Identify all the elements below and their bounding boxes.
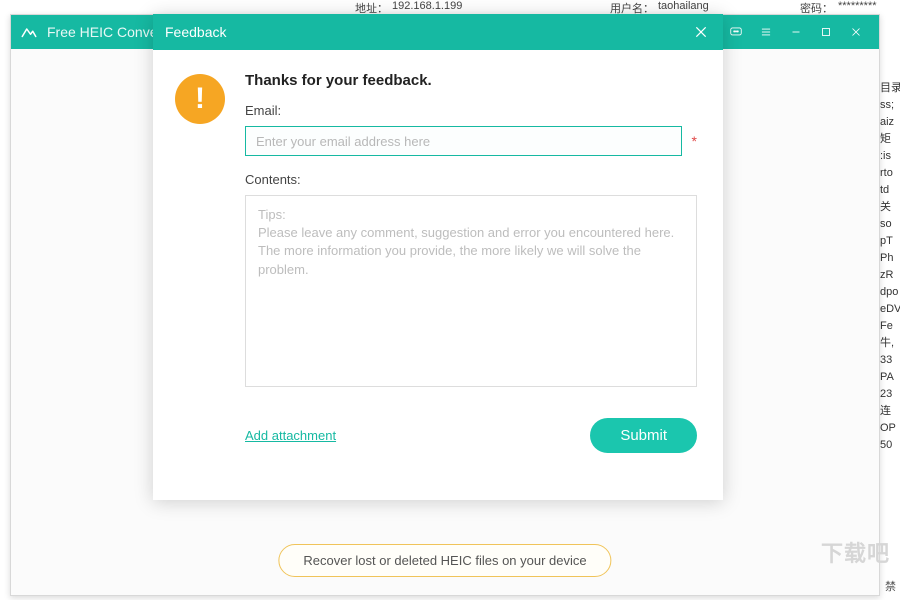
minimize-button[interactable] bbox=[781, 17, 811, 47]
background-top-fields: 地址： 192.168.1.199 用户名： taohailang 密码： **… bbox=[0, 0, 900, 14]
bg-right-line: 牛, bbox=[880, 335, 900, 352]
bg-right-line: so bbox=[880, 216, 900, 233]
bg-right-line: 连 bbox=[880, 403, 900, 420]
modal-header: Feedback bbox=[153, 14, 723, 50]
modal-body: ! Thanks for your feedback. Email: * Con… bbox=[153, 50, 723, 500]
bg-right-line: dpo bbox=[880, 284, 900, 301]
email-label: Email: bbox=[245, 103, 697, 118]
required-asterisk: * bbox=[692, 133, 697, 149]
bg-right-line: 33 bbox=[880, 352, 900, 369]
feedback-heading: Thanks for your feedback. bbox=[245, 72, 697, 89]
bg-right-line: 目录 bbox=[880, 80, 900, 97]
bg-right-line: OP bbox=[880, 420, 900, 437]
add-attachment-link[interactable]: Add attachment bbox=[245, 428, 336, 443]
bg-user-value: taohailang bbox=[658, 0, 709, 12]
bg-right-line: 23 bbox=[880, 386, 900, 403]
contents-textarea[interactable] bbox=[245, 195, 697, 387]
recover-files-link[interactable]: Recover lost or deleted HEIC files on yo… bbox=[278, 544, 611, 577]
email-input[interactable] bbox=[245, 126, 682, 156]
maximize-button[interactable] bbox=[811, 17, 841, 47]
background-right-list: 目录ss;aiz矩:isrtotd关sopTPhzRdpoeDVFe牛,33PA… bbox=[880, 80, 900, 454]
bg-bottom-right: 禁 bbox=[885, 578, 896, 594]
feedback-icon[interactable] bbox=[721, 17, 751, 47]
submit-button[interactable]: Submit bbox=[590, 418, 697, 453]
bg-right-line: eDV bbox=[880, 301, 900, 318]
bg-right-line: td bbox=[880, 182, 900, 199]
menu-icon[interactable] bbox=[751, 17, 781, 47]
bg-right-line: PA bbox=[880, 369, 900, 386]
bg-right-line: Fe bbox=[880, 318, 900, 335]
bg-right-line: pT bbox=[880, 233, 900, 250]
feedback-form: Thanks for your feedback. Email: * Conte… bbox=[245, 72, 697, 480]
bg-right-line: 关 bbox=[880, 199, 900, 216]
bg-addr-value: 192.168.1.199 bbox=[392, 0, 462, 12]
bg-right-line: 矩 bbox=[880, 131, 900, 148]
bg-right-line: 50 bbox=[880, 437, 900, 454]
app-logo-icon bbox=[19, 22, 39, 42]
bg-right-line: rto bbox=[880, 165, 900, 182]
bg-pass-value: ********* bbox=[838, 0, 877, 12]
exclamation-icon: ! bbox=[175, 74, 225, 124]
bg-right-line: Ph bbox=[880, 250, 900, 267]
close-button[interactable] bbox=[841, 17, 871, 47]
bg-right-line: ss; bbox=[880, 97, 900, 114]
bg-right-line: zR bbox=[880, 267, 900, 284]
feedback-modal: Feedback ! Thanks for your feedback. Ema… bbox=[153, 14, 723, 500]
contents-label: Contents: bbox=[245, 172, 697, 187]
modal-close-button[interactable] bbox=[691, 22, 711, 42]
modal-title: Feedback bbox=[165, 24, 226, 40]
bg-right-line: :is bbox=[880, 148, 900, 165]
bg-right-line: aiz bbox=[880, 114, 900, 131]
